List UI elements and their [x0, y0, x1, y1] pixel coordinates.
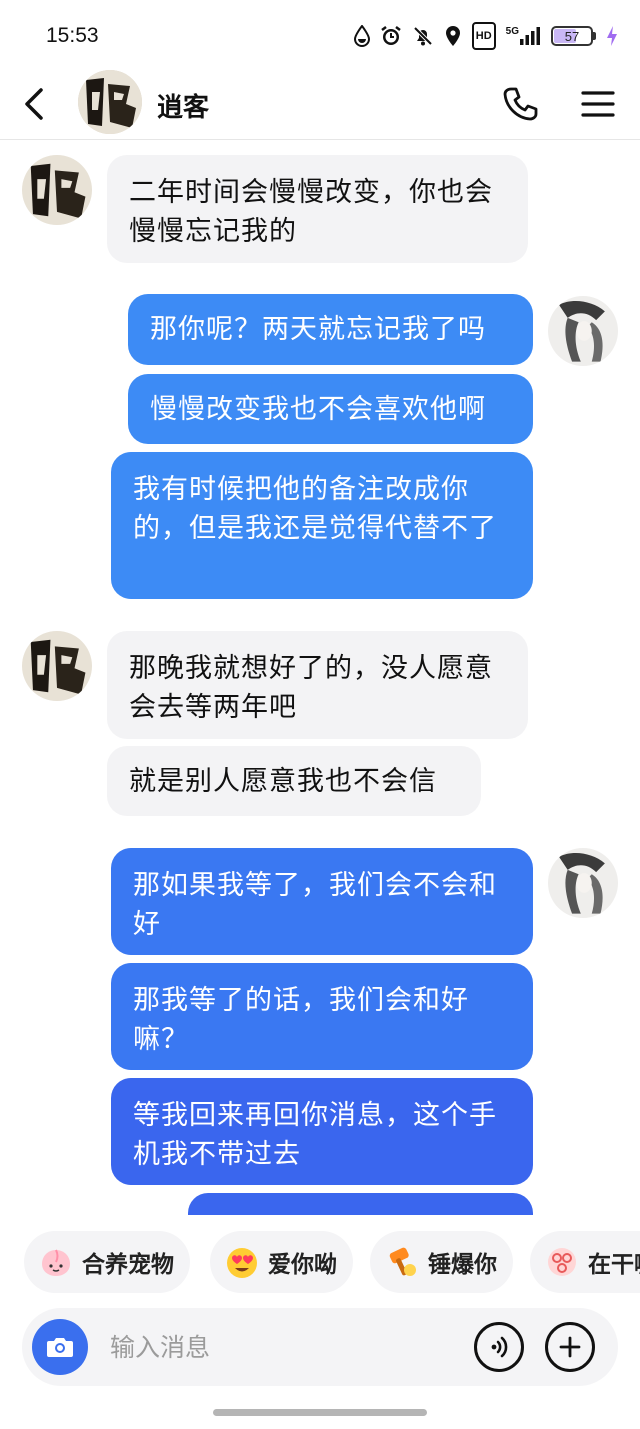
voice-wave-icon	[491, 1336, 508, 1358]
network-label: 5G	[505, 25, 519, 37]
quick-reply-label: 合养宠物	[82, 1252, 174, 1278]
message-bubble-received[interactable]: 就是别人愿意我也不会信	[107, 746, 481, 816]
message-bubble-sent[interactable]: 等我回来再回你消息，这个手机我不带过去	[111, 1078, 533, 1185]
message-bubble-sent[interactable]: 那我等了的话，我们会和好嘛？	[111, 963, 533, 1070]
voice-input-button[interactable]	[474, 1322, 524, 1372]
message-bubble-received[interactable]: 那晚我就想好了的，没人愿意会去等两年吧	[107, 631, 528, 739]
chat-header: 逍客	[0, 70, 640, 140]
quick-reply-bar[interactable]: 合养宠物 爱你呦 锤爆你 在干嘛	[0, 1231, 640, 1293]
voice-call-button[interactable]	[500, 84, 540, 124]
plus-icon	[559, 1336, 581, 1358]
status-icons: HD 5G 57	[353, 22, 618, 50]
my-message-avatar[interactable]	[548, 848, 618, 918]
hammer-icon	[384, 1244, 420, 1280]
quick-reply-chip[interactable]: 爱你呦	[210, 1231, 353, 1293]
quick-reply-chip[interactable]: 锤爆你	[370, 1231, 513, 1293]
more-menu-button[interactable]	[578, 84, 618, 124]
message-bubble-sent-partial[interactable]	[188, 1193, 533, 1215]
contact-message-avatar[interactable]	[22, 631, 92, 701]
contact-name: 逍客	[157, 93, 210, 123]
status-time: 15:53	[46, 24, 99, 47]
quick-reply-label: 锤爆你	[428, 1252, 497, 1278]
camera-button[interactable]	[32, 1319, 88, 1375]
quick-reply-label: 爱你呦	[268, 1252, 337, 1278]
peach-pet-icon	[38, 1244, 74, 1280]
charging-bolt-icon	[606, 22, 618, 50]
battery-icon: 57	[551, 22, 596, 50]
location-pin-icon	[444, 22, 462, 50]
message-bubble-sent[interactable]: 我有时候把他的备注改成你的，但是我还是觉得代替不了	[111, 452, 533, 599]
contact-message-avatar[interactable]	[22, 155, 92, 225]
phone-icon	[503, 87, 538, 121]
chevron-left-icon	[25, 88, 43, 120]
water-drop-icon	[353, 22, 370, 50]
message-input[interactable]	[110, 1326, 450, 1368]
message-bubble-sent[interactable]: 那你呢？两天就忘记我了吗	[128, 294, 533, 365]
quick-reply-chip[interactable]: 在干嘛	[530, 1231, 640, 1293]
signal-5g-icon: 5G	[506, 22, 541, 50]
battery-level: 57	[564, 28, 580, 44]
back-button[interactable]	[18, 84, 50, 124]
quick-reply-chip[interactable]: 合养宠物	[24, 1231, 190, 1293]
alarm-clock-icon	[380, 22, 402, 50]
my-message-avatar[interactable]	[548, 296, 618, 366]
message-bubble-sent[interactable]: 慢慢改变我也不会喜欢他啊	[128, 374, 533, 444]
home-indicator[interactable]	[213, 1409, 427, 1416]
status-bar: 15:53 HD 5G 57	[0, 0, 640, 70]
message-composer	[22, 1308, 618, 1386]
quick-reply-label: 在干嘛	[588, 1252, 640, 1278]
face-blob-icon	[544, 1244, 580, 1280]
contact-avatar[interactable]	[78, 70, 142, 134]
heart-eyes-emoji-icon	[224, 1244, 260, 1280]
message-bubble-received[interactable]: 二年时间会慢慢改变，你也会慢慢忘记我的	[107, 155, 528, 263]
camera-icon	[47, 1338, 73, 1357]
message-bubble-sent[interactable]: 那如果我等了，我们会不会和好	[111, 848, 533, 955]
menu-icon	[581, 91, 615, 117]
hd-badge: HD	[471, 22, 496, 50]
more-actions-button[interactable]	[545, 1322, 595, 1372]
mute-bell-icon	[412, 22, 434, 50]
message-list[interactable]: 二年时间会慢慢改变，你也会慢慢忘记我的 那你呢？两天就忘记我了吗 慢慢改变我也不…	[0, 141, 640, 1215]
